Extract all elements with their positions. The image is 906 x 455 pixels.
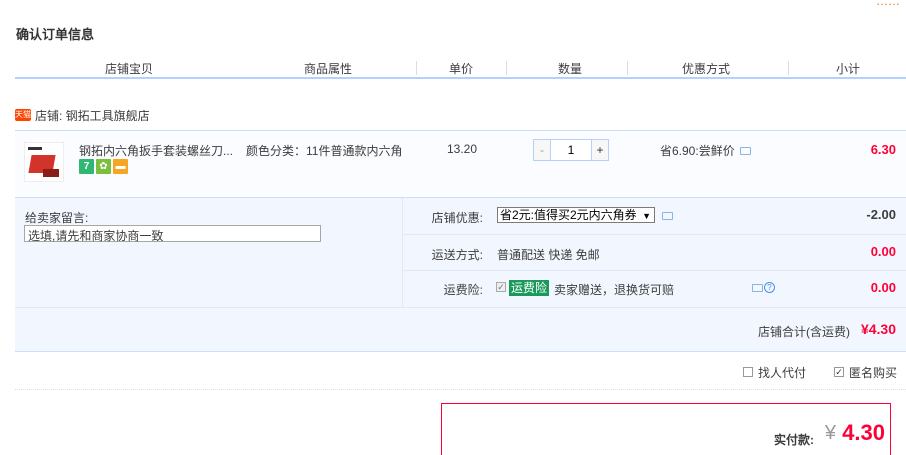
seller-memo-input[interactable]: 选填,请先和商家协商一致 [24,225,321,243]
product-attribute: 颜色分类：11件普通款内六角 [246,144,403,158]
shop-row: 天猫 店铺: 钢拓工具旗舰店 [15,106,150,124]
coupon-amount: -2.00 [866,207,896,222]
anonymous-purchase-label[interactable]: 匿名购买 [849,364,897,381]
tmall-icon: 天猫 [15,109,31,121]
insurance-tag: 运费险 [509,280,550,296]
order-details-panel: 给卖家留言: 选填,请先和商家协商一致 店铺优惠: 省2元:值得买2元内六角券 … [15,198,906,352]
comment-bubble-icon[interactable] [752,284,763,292]
table-header: 店铺宝贝 商品属性 单价 数量 优惠方式 小计 [15,57,906,79]
increase-quantity-button[interactable]: + [591,139,609,161]
column-separator [416,61,417,75]
shop-total-label: 店铺合计(含运费) [758,325,850,339]
shop-name-link[interactable]: 店铺: 钢拓工具旗舰店 [35,107,150,124]
row-divider [403,270,906,271]
item-subtotal: 6.30 [870,142,896,157]
actual-payment-label: 实付款: [774,433,814,447]
proxy-pay-checkbox[interactable] [743,367,753,377]
shop-total-value: ¥4.30 [860,321,896,337]
coupon-label: 店铺优惠: [431,211,483,225]
column-header-quantity: 数量 [558,62,583,76]
column-header-item: 店铺宝贝 [105,62,154,76]
quantity-input[interactable]: 1 [551,139,591,161]
promotion-info: 省6.90:尝鲜价 [660,142,751,159]
service-badges: 7 ✿ ▬ [79,159,128,174]
top-right-link[interactable]: …… [876,0,900,8]
quantity-stepper: - 1 + [533,139,609,161]
column-separator [506,61,507,75]
currency-symbol: ¥ [824,422,836,444]
row-divider [403,234,906,235]
proxy-pay-label[interactable]: 找人代付 [758,364,806,381]
insurance-label: 运费险: [443,283,483,297]
insurance-checkbox[interactable]: ✓ [496,282,506,292]
insurance-amount: 0.00 [870,280,896,295]
seller-memo-label: 给卖家留言: [25,211,89,225]
page-title: 确认订单信息 [16,27,95,42]
shipping-label: 运送方式: [431,248,483,262]
promotion-text: 省6.90:尝鲜价 [660,144,735,158]
dropdown-arrow-icon: ▼ [642,211,651,221]
comment-bubble-icon[interactable] [662,212,673,220]
product-title-link[interactable]: 钢拓内六角扳手套装螺丝刀... [79,142,233,159]
column-header-price: 单价 [449,62,474,76]
seven-day-return-icon[interactable]: 7 [79,159,94,174]
row-divider [15,307,906,308]
shipping-method: 普通配送 快递 免邮 [497,248,600,262]
actual-payment-value: 4.30 [842,420,885,445]
insurance-description: 卖家赠送，退换货可赔 [554,283,675,297]
options-divider [15,389,906,390]
column-header-promotion: 优惠方式 [682,62,731,76]
shipping-amount: 0.00 [870,244,896,259]
credit-card-icon[interactable]: ▬ [113,159,128,174]
panel-divider [402,198,403,307]
column-header-subtotal: 小计 [836,62,861,76]
coupon-selected-value: 省2元:值得买2元内六角券 [500,208,637,222]
help-icon[interactable]: ? [764,282,775,293]
quality-guarantee-icon[interactable]: ✿ [96,159,111,174]
anonymous-purchase-checkbox[interactable]: ✓ [834,367,844,377]
unit-price: 13.20 [447,142,478,156]
column-header-attribute: 商品属性 [304,62,353,76]
column-separator [788,61,789,75]
comment-bubble-icon[interactable] [739,146,751,155]
payment-summary: 实付款: ¥ 4.30 [441,403,891,455]
product-thumbnail[interactable] [24,142,64,182]
column-separator [627,61,628,75]
coupon-select[interactable]: 省2元:值得买2元内六角券 ▼ [497,207,655,223]
decrease-quantity-button[interactable]: - [533,139,551,161]
cart-item-row: 钢拓内六角扳手套装螺丝刀... 7 ✿ ▬ 颜色分类：11件普通款内六角 13.… [15,130,906,198]
